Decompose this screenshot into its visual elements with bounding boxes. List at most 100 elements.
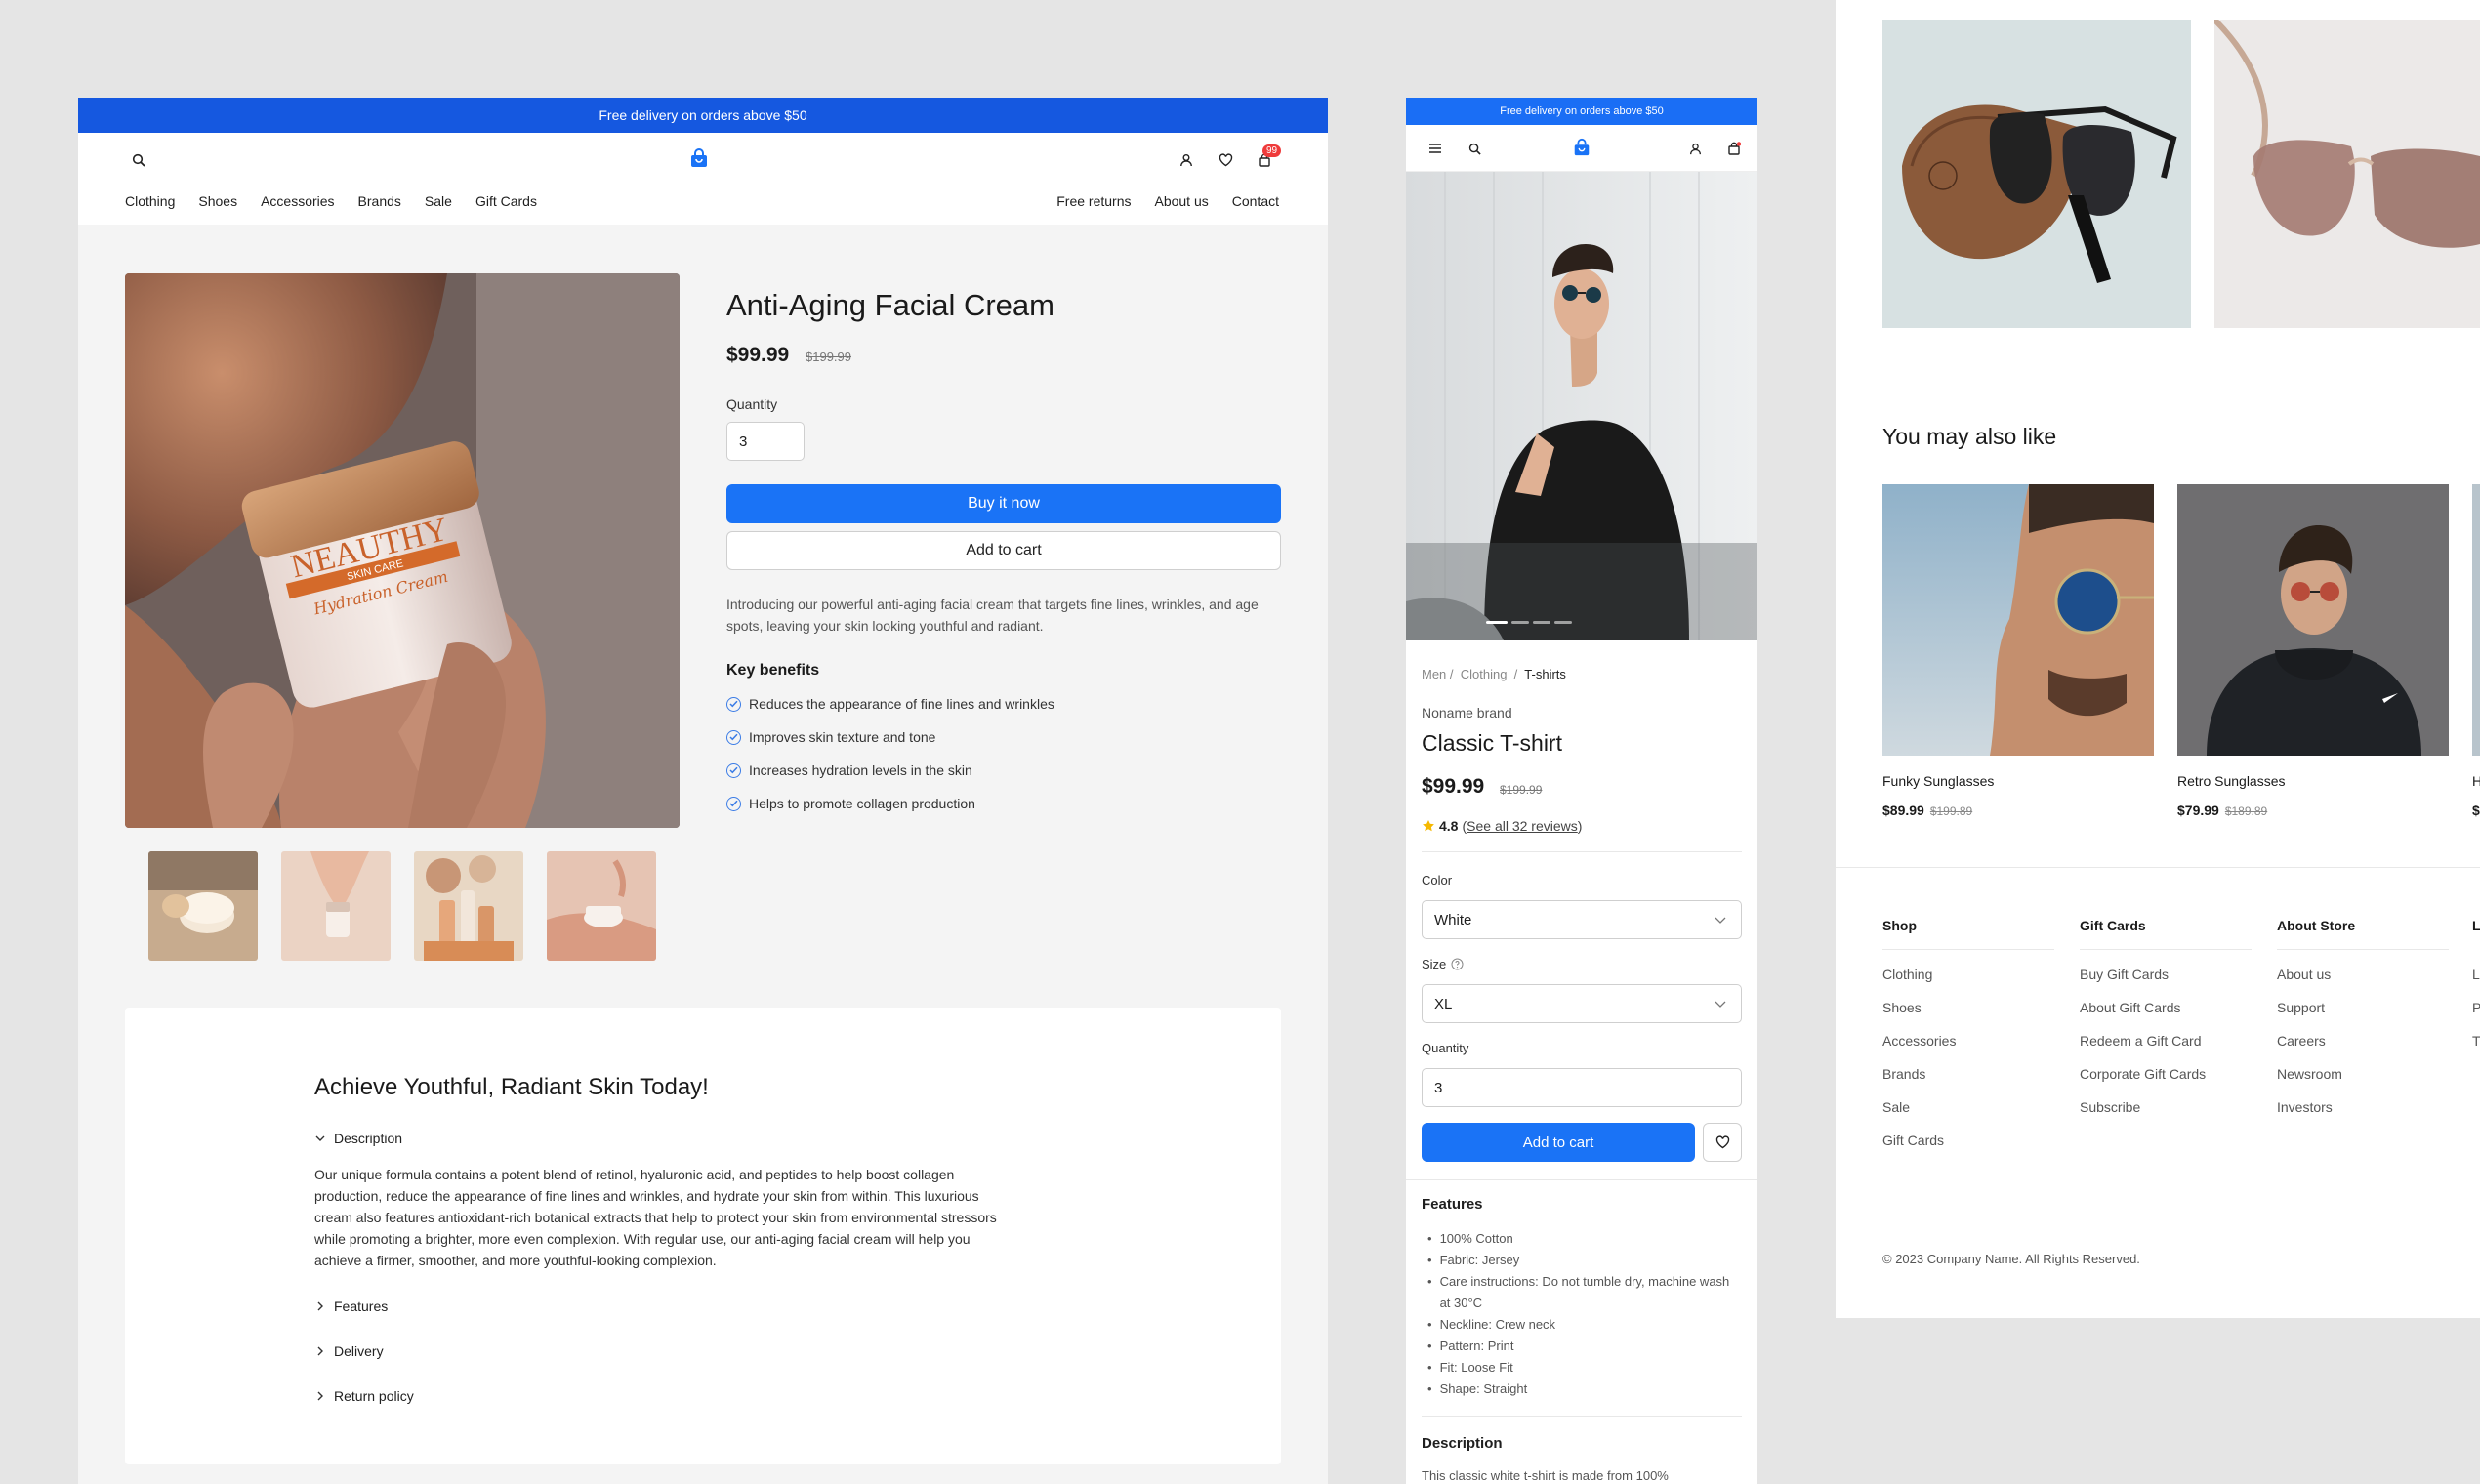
quantity-label: Quantity: [726, 396, 778, 412]
product-thumbnail[interactable]: [281, 851, 391, 961]
search-icon[interactable]: [1465, 139, 1484, 158]
footer-link[interactable]: L: [2472, 967, 2480, 982]
carousel-dot-active[interactable]: [1486, 621, 1508, 624]
footer-link[interactable]: Clothing: [1882, 967, 1932, 982]
gallery-image-glasses[interactable]: [2214, 20, 2480, 328]
size-select[interactable]: XL: [1422, 984, 1742, 1023]
feature-text: Fabric: Jersey: [1439, 1253, 1520, 1267]
accordion-return-policy[interactable]: Return policy: [314, 1388, 414, 1404]
product-card-name[interactable]: Funky Sunglasses: [1882, 773, 1994, 789]
footer-link[interactable]: Newsroom: [2277, 1066, 2342, 1082]
product-card-image[interactable]: [1882, 484, 2154, 756]
chevron-down-icon: [1715, 1001, 1726, 1008]
footer-link[interactable]: Buy Gift Cards: [2080, 967, 2169, 982]
footer-link[interactable]: Subscribe: [2080, 1099, 2140, 1115]
product-thumbnail[interactable]: [547, 851, 656, 961]
main-nav: Clothing Shoes Accessories Brands Sale G…: [125, 193, 537, 209]
search-icon[interactable]: [129, 150, 148, 170]
old-price: $189.89: [2224, 804, 2268, 818]
nav-clothing[interactable]: Clothing: [125, 193, 175, 209]
divider: [1422, 1416, 1742, 1417]
product-thumbnail[interactable]: [414, 851, 523, 961]
feature-item: • Neckline: Crew neck: [1427, 1314, 1740, 1336]
product-card-image[interactable]: [2177, 484, 2449, 756]
nav-about-us[interactable]: About us: [1154, 193, 1208, 209]
footer-link[interactable]: Redeem a Gift Card: [2080, 1033, 2202, 1049]
footer-link[interactable]: T: [2472, 1033, 2480, 1049]
product-thumbnail[interactable]: [148, 851, 258, 961]
footer-link[interactable]: Shoes: [1882, 1000, 1922, 1015]
carousel-dot[interactable]: [1511, 621, 1529, 624]
footer-link[interactable]: Investors: [2277, 1099, 2333, 1115]
feature-item: • 100% Cotton: [1427, 1228, 1740, 1250]
footer-link[interactable]: Corporate Gift Cards: [2080, 1066, 2206, 1082]
footer-link[interactable]: Support: [2277, 1000, 2325, 1015]
footer-link[interactable]: Accessories: [1882, 1033, 1956, 1049]
color-select[interactable]: White: [1422, 900, 1742, 939]
add-to-cart-button[interactable]: Add to cart: [1422, 1123, 1695, 1162]
footer-link[interactable]: Gift Cards: [1882, 1133, 1944, 1148]
quantity-input[interactable]: 3: [726, 422, 805, 461]
account-icon[interactable]: [1177, 150, 1196, 170]
footer-heading-partial: L: [2472, 918, 2480, 933]
nav-sale[interactable]: Sale: [425, 193, 452, 209]
nav-accessories[interactable]: Accessories: [261, 193, 334, 209]
wishlist-button[interactable]: [1703, 1123, 1742, 1162]
footer-link[interactable]: Sale: [1882, 1099, 1910, 1115]
accordion-description[interactable]: Description: [314, 1131, 402, 1146]
cart-icon[interactable]: [1724, 139, 1744, 158]
nav-shoes[interactable]: Shoes: [198, 193, 237, 209]
footer-link[interactable]: About Gift Cards: [2080, 1000, 2181, 1015]
help-icon[interactable]: [1451, 958, 1464, 970]
mobile-product-page: Free delivery on orders above $50 Men / …: [1406, 98, 1757, 1484]
divider: [1882, 949, 2054, 950]
price: $89.99: [1882, 803, 1924, 818]
benefit-item: Improves skin texture and tone: [726, 729, 935, 745]
check-circle-icon: [726, 729, 741, 745]
description-body: Our unique formula contains a potent ble…: [314, 1167, 997, 1268]
product-image-carousel[interactable]: [1406, 172, 1757, 640]
color-label: Color: [1422, 873, 1453, 887]
details-heading: Achieve Youthful, Radiant Skin Today!: [314, 1074, 709, 1100]
nav-brands[interactable]: Brands: [358, 193, 401, 209]
site-header: 99 Clothing Shoes Accessories Brands Sal…: [78, 133, 1328, 225]
footer-link[interactable]: Careers: [2277, 1033, 2326, 1049]
product-main-image[interactable]: NEAUTHY SKIN CARE Hydration Cream: [125, 273, 680, 828]
reviews-link[interactable]: See all 32 reviews: [1467, 818, 1578, 834]
quantity-input[interactable]: 3: [1422, 1068, 1742, 1107]
color-select-value: White: [1434, 911, 1472, 928]
carousel-dot[interactable]: [1554, 621, 1572, 624]
footer-link[interactable]: About us: [2277, 967, 2331, 982]
wishlist-icon[interactable]: [1216, 150, 1235, 170]
logo-bag-icon[interactable]: [1571, 137, 1592, 158]
accordion-label: Return policy: [334, 1388, 414, 1404]
carousel-dot[interactable]: [1533, 621, 1550, 624]
related-and-footer-page: You may also like Funky Sunglasses $89.9…: [1836, 0, 2480, 1318]
nav-contact[interactable]: Contact: [1232, 193, 1279, 209]
product-card-name[interactable]: H: [2472, 773, 2480, 789]
buy-now-button[interactable]: Buy it now: [726, 484, 1281, 523]
product-card-name[interactable]: Retro Sunglasses: [2177, 773, 2286, 789]
chevron-down-icon: [1715, 917, 1726, 924]
accordion-features[interactable]: Features: [314, 1298, 388, 1314]
breadcrumb-clothing[interactable]: Clothing: [1461, 667, 1508, 681]
nav-gift-cards[interactable]: Gift Cards: [475, 193, 537, 209]
footer-divider: [1836, 867, 2480, 868]
product-card-image[interactable]: [2472, 484, 2480, 756]
account-icon[interactable]: [1685, 139, 1705, 158]
add-to-cart-button[interactable]: Add to cart: [726, 531, 1281, 570]
description-title: Description: [1422, 1435, 1503, 1452]
logo-bag-icon[interactable]: [687, 146, 711, 170]
accordion-delivery[interactable]: Delivery: [314, 1343, 384, 1359]
footer-heading-shop: Shop: [1882, 918, 1917, 933]
breadcrumb-men[interactable]: Men: [1422, 667, 1446, 681]
cart-icon[interactable]: 99: [1255, 144, 1282, 170]
footer-link[interactable]: P: [2472, 1000, 2480, 1015]
product-price: $99.99: [726, 344, 790, 366]
nav-free-returns[interactable]: Free returns: [1056, 193, 1131, 209]
menu-icon[interactable]: [1426, 139, 1445, 158]
gallery-image-sunglasses[interactable]: [1882, 20, 2191, 328]
product-summary: Introducing our powerful anti-aging faci…: [726, 597, 1259, 634]
divider: [2277, 949, 2449, 950]
footer-link[interactable]: Brands: [1882, 1066, 1925, 1082]
